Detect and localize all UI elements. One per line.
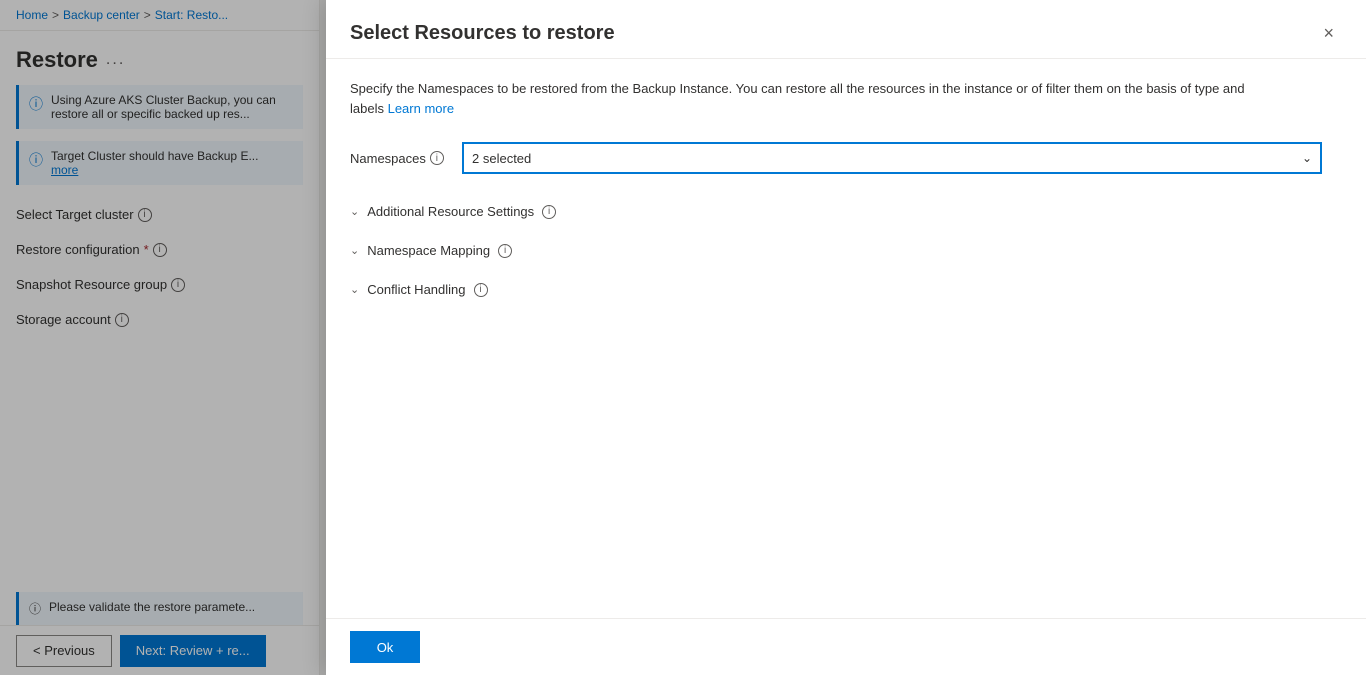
namespaces-field-row: Namespaces i 2 selected ⌄ bbox=[350, 142, 1342, 174]
accordion-conflict-handling: ⌄ Conflict Handling i bbox=[350, 272, 1342, 307]
namespaces-info-icon[interactable]: i bbox=[430, 151, 444, 165]
namespaces-value: 2 selected bbox=[472, 151, 531, 166]
accordion-namespace-label: Namespace Mapping bbox=[367, 243, 490, 258]
accordion-additional-resources: ⌄ Additional Resource Settings i bbox=[350, 194, 1342, 229]
accordion-conflict-label: Conflict Handling bbox=[367, 282, 465, 297]
accordion-additional-info-icon[interactable]: i bbox=[542, 205, 556, 219]
accordion-namespace-mapping: ⌄ Namespace Mapping i bbox=[350, 233, 1342, 268]
accordion-conflict-info-icon[interactable]: i bbox=[474, 283, 488, 297]
modal-footer: Ok bbox=[326, 618, 1366, 675]
namespaces-chevron-icon: ⌄ bbox=[1302, 151, 1312, 165]
ok-button[interactable]: Ok bbox=[350, 631, 420, 663]
modal-close-button[interactable]: × bbox=[1315, 20, 1342, 46]
accordion-additional-label: Additional Resource Settings bbox=[367, 204, 534, 219]
accordion-additional-resources-header[interactable]: ⌄ Additional Resource Settings i bbox=[350, 194, 1342, 229]
modal-body: Specify the Namespaces to be restored fr… bbox=[326, 59, 1366, 618]
accordion-namespace-mapping-header[interactable]: ⌄ Namespace Mapping i bbox=[350, 233, 1342, 268]
accordion-additional-chevron-icon: ⌄ bbox=[350, 205, 359, 218]
accordion-conflict-chevron-icon: ⌄ bbox=[350, 283, 359, 296]
modal-header: Select Resources to restore × bbox=[326, 0, 1366, 59]
accordion-namespace-chevron-icon: ⌄ bbox=[350, 244, 359, 257]
namespaces-label: Namespaces i bbox=[350, 151, 450, 166]
accordion-conflict-handling-header[interactable]: ⌄ Conflict Handling i bbox=[350, 272, 1342, 307]
learn-more-link[interactable]: Learn more bbox=[388, 101, 454, 116]
modal-panel: Select Resources to restore × Specify th… bbox=[326, 0, 1366, 675]
modal-description: Specify the Namespaces to be restored fr… bbox=[350, 79, 1250, 118]
modal-title: Select Resources to restore bbox=[350, 22, 615, 45]
accordion-namespace-info-icon[interactable]: i bbox=[498, 244, 512, 258]
namespaces-dropdown[interactable]: 2 selected ⌄ bbox=[462, 142, 1322, 174]
